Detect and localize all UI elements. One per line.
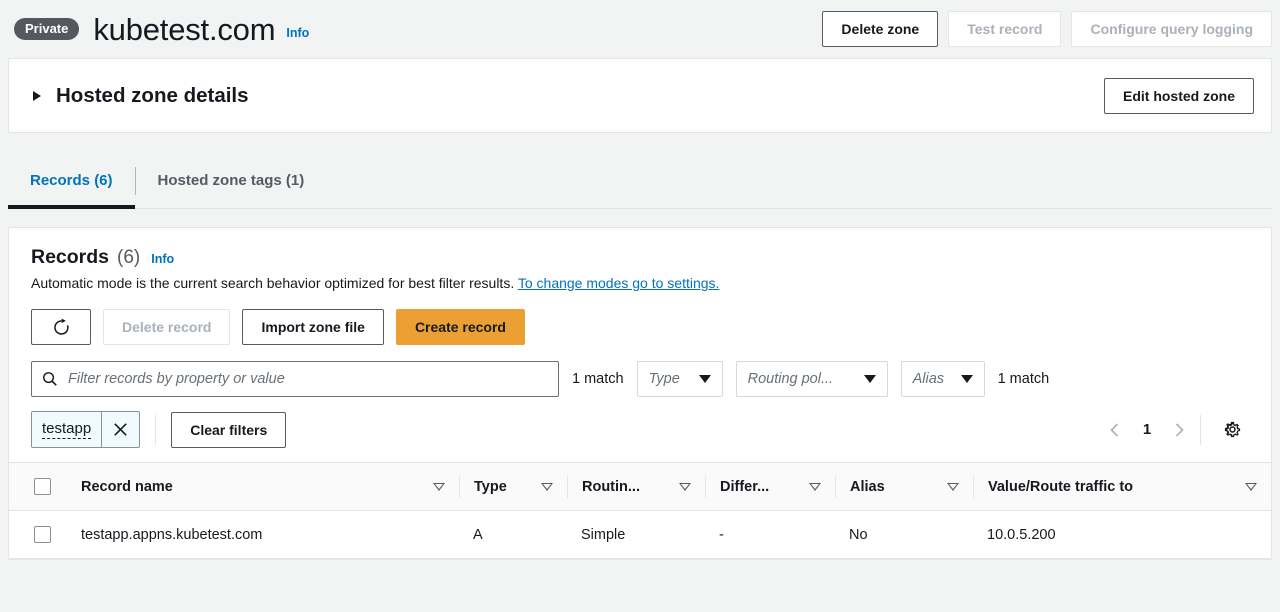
records-table: Record name Type Routin... Differ... Ali… [9,462,1271,559]
filter-token-remove-button[interactable] [101,412,139,447]
chevron-right-icon [1175,422,1184,437]
sort-icon [1245,482,1257,491]
cell-differentiator: - [705,510,835,559]
token-divider [155,414,157,445]
header-actions: Delete zone Test record Configure query … [822,11,1272,47]
alias-filter-label: Alias [912,371,945,387]
sort-icon [679,482,691,491]
column-label: Record name [81,478,173,495]
records-description: Automatic mode is the current search beh… [31,275,1249,291]
refresh-icon [53,318,69,335]
sort-icon [541,482,553,491]
records-description-text: Automatic mode is the current search beh… [31,275,515,291]
refresh-button[interactable] [31,309,91,345]
chevron-down-icon [960,375,973,383]
records-table-head: Record name Type Routin... Differ... Ali… [9,462,1271,511]
delete-record-button[interactable]: Delete record [103,309,231,345]
change-modes-settings-link[interactable]: To change modes go to settings. [518,275,720,291]
page-number[interactable]: 1 [1136,421,1158,438]
select-all-checkbox[interactable] [34,478,51,495]
alias-filter-select[interactable]: Alias [900,361,985,397]
search-placeholder: Filter records by property or value [68,371,285,387]
next-page-button[interactable] [1164,415,1194,445]
create-record-button[interactable]: Create record [395,309,525,345]
filter-token[interactable]: testapp [31,411,141,448]
records-action-row: Delete record Import zone file Create re… [9,291,1271,345]
tab-bar: Records (6) Hosted zone tags (1) [8,153,1272,209]
row-select-cell [9,510,67,559]
configure-query-logging-button[interactable]: Configure query logging [1071,11,1272,47]
page-header: Private kubetest.com Info Delete zone Te… [0,0,1280,58]
status-badge: Private [14,18,80,40]
records-header: Records (6) Info Automatic mode is the c… [9,228,1271,291]
column-alias[interactable]: Alias [835,462,973,511]
records-table-body: testapp.appns.kubetest.com A Simple - No… [9,510,1271,559]
records-title: Records [31,246,110,268]
chevron-left-icon [1110,422,1119,437]
sort-icon [947,482,959,491]
select-all-header [9,462,67,511]
records-info-link[interactable]: Info [151,252,174,266]
routing-policy-filter-label: Routing pol... [747,371,834,387]
cell-routing-policy: Simple [567,510,705,559]
test-record-button[interactable]: Test record [948,11,1062,47]
routing-policy-filter-select[interactable]: Routing pol... [735,361,888,397]
cell-alias: No [835,510,973,559]
pagination-divider [1200,414,1201,445]
edit-hosted-zone-button[interactable]: Edit hosted zone [1104,77,1254,114]
header-info-link[interactable]: Info [286,26,309,40]
row-checkbox[interactable] [34,526,51,543]
type-filter-label: Type [648,371,680,387]
chevron-right-icon [33,90,41,101]
records-title-row: Records (6) Info [31,246,1249,269]
match-count-left: 1 match [572,371,624,387]
table-header-row: Record name Type Routin... Differ... Ali… [9,462,1271,511]
column-record-name[interactable]: Record name [67,462,459,511]
table-row[interactable]: testapp.appns.kubetest.com A Simple - No… [9,510,1271,559]
cell-value: 10.0.5.200 [973,510,1271,559]
hosted-zone-details-title: Hosted zone details [56,83,249,107]
delete-zone-button[interactable]: Delete zone [822,11,939,47]
column-label: Type [474,478,507,495]
clear-filters-button[interactable]: Clear filters [171,411,287,448]
type-filter-select[interactable]: Type [636,361,723,397]
close-icon [114,423,127,436]
search-input[interactable]: Filter records by property or value [31,361,559,397]
column-type[interactable]: Type [459,462,567,511]
match-count-right: 1 match [997,371,1050,387]
records-filter-row: Filter records by property or value 1 ma… [9,345,1271,397]
column-differentiator[interactable]: Differ... [705,462,835,511]
column-label: Routin... [582,478,640,495]
filter-token-label: testapp [42,420,92,439]
column-routing-policy[interactable]: Routin... [567,462,705,511]
records-count: (6) [117,247,141,268]
cell-record-name: testapp.appns.kubetest.com [67,510,459,559]
sort-icon [433,482,445,491]
import-zone-file-button[interactable]: Import zone file [242,309,384,345]
cell-type: A [459,510,567,559]
previous-page-button[interactable] [1100,415,1130,445]
filter-token-row: testapp Clear filters 1 [9,397,1271,448]
page-title: kubetest.com [93,11,276,47]
column-value-route-traffic-to[interactable]: Value/Route traffic to [973,462,1271,511]
records-card: Records (6) Info Automatic mode is the c… [8,227,1272,560]
sort-icon [809,482,821,491]
pagination: 1 [1100,414,1249,446]
gear-icon [1224,421,1240,438]
table-preferences-button[interactable] [1215,414,1249,446]
hosted-zone-details-expander[interactable]: Hosted zone details [33,84,249,108]
tab-hosted-zone-tags[interactable]: Hosted zone tags (1) [136,153,327,208]
chevron-down-icon [698,375,711,383]
tab-records[interactable]: Records (6) [8,153,135,209]
column-label: Differ... [720,478,770,495]
column-label: Alias [850,478,885,495]
column-label: Value/Route traffic to [988,478,1134,495]
chevron-down-icon [863,375,876,383]
hosted-zone-details-card: Hosted zone details Edit hosted zone [8,58,1272,133]
search-icon [43,372,57,386]
